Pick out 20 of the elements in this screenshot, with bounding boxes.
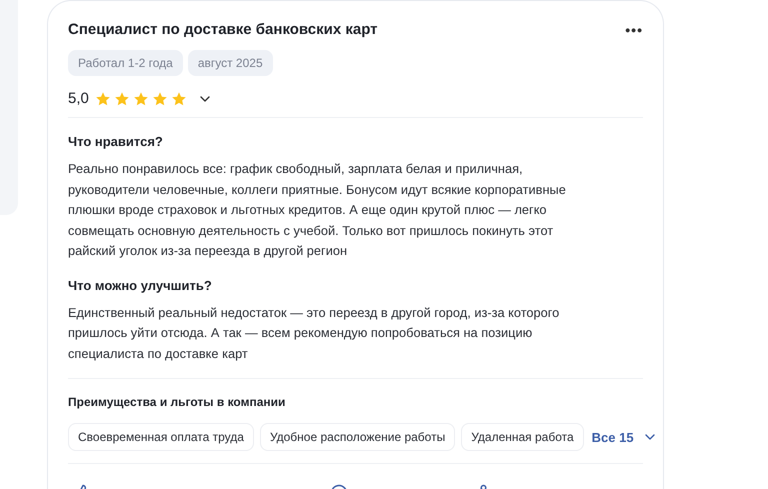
benefit-chip: Своевременная оплата труда — [68, 423, 254, 451]
rating-score: 5,0 — [68, 90, 89, 107]
review-title: Специалист по доставке банковских карт — [68, 21, 378, 38]
review-text: Единственный реальный недостаток — это переезд в другой город, из-за которого пришлось уйти отсюда. А так — всем рекомендую попробоваться на позицию специалиста по доставке карт — [68, 304, 560, 363]
benefit-chip: Удобное расположение работы — [260, 423, 456, 451]
star-icon — [94, 90, 111, 106]
more-menu-button[interactable]: ••• — [625, 22, 643, 38]
star-icon — [152, 90, 168, 106]
tag: август 2025 — [188, 50, 273, 76]
benefit-chip: Удаленная работа — [461, 423, 584, 451]
review-text: Реально понравилось все: график свободный, зарплата белая и приличная, руководители человечные, коллеги приятные. Бонусом идут всякие корпоративные плюшки вроде страховок и льготных кредитов. А еще один крутой плюс — легко совмещать основную деятельность с учебой. Только вот пришлось покинуть этот райский уголок из-за переезда в другой регион — [68, 160, 567, 260]
tag: Работал 1-2 года — [68, 50, 183, 76]
show-all-label: Все 15 — [592, 430, 634, 444]
show-all-button[interactable]: Все 15 — [584, 429, 658, 445]
star-icon — [132, 90, 149, 106]
star-icon — [170, 90, 187, 106]
section-heading: Что нравится? — [68, 134, 164, 149]
star-icon — [114, 90, 130, 106]
benefits-heading: Преимущества и льготы в компании — [68, 395, 286, 409]
section-heading: Что можно улучшить? — [68, 278, 213, 292]
